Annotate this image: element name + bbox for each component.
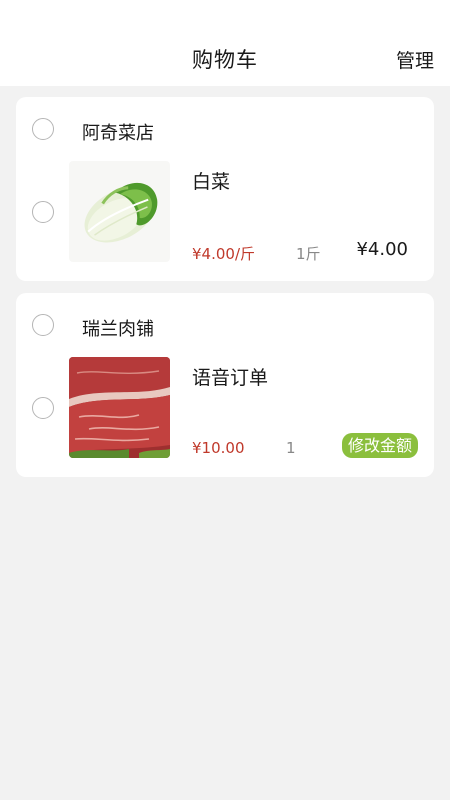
item-select-radio[interactable] xyxy=(32,201,54,223)
unit-price: ¥10.00 xyxy=(192,439,245,457)
shop-name[interactable]: 阿奇菜店 xyxy=(82,119,154,145)
item-select-radio[interactable] xyxy=(32,397,54,419)
shop-card: 瑞兰肉铺 语音订单 ¥10.00 1 修改金额 xyxy=(16,293,434,477)
page-title: 购物车 xyxy=(192,48,258,72)
shop-select-radio[interactable] xyxy=(32,314,54,336)
item-quantity: 1斤 xyxy=(296,245,321,263)
manage-button[interactable]: 管理 xyxy=(396,46,434,73)
item-quantity: 1 xyxy=(286,439,296,457)
shop-select-radio[interactable] xyxy=(32,118,54,140)
shop-card: 阿奇菜店 白菜 ¥4.00/斤 1斤 ¥4.00 xyxy=(16,97,434,281)
item-name[interactable]: 白菜 xyxy=(192,167,230,194)
edit-amount-button[interactable]: 修改金额 xyxy=(341,433,418,458)
raw-beef-image[interactable] xyxy=(69,357,170,458)
item-subtotal: ¥4.00 xyxy=(356,239,408,260)
unit-price: ¥4.00/斤 xyxy=(192,245,255,263)
top-bar: 购物车 管理 xyxy=(0,0,450,86)
item-name[interactable]: 语音订单 xyxy=(192,363,268,390)
shop-name[interactable]: 瑞兰肉铺 xyxy=(82,315,154,341)
napa-cabbage-image[interactable] xyxy=(69,161,170,262)
